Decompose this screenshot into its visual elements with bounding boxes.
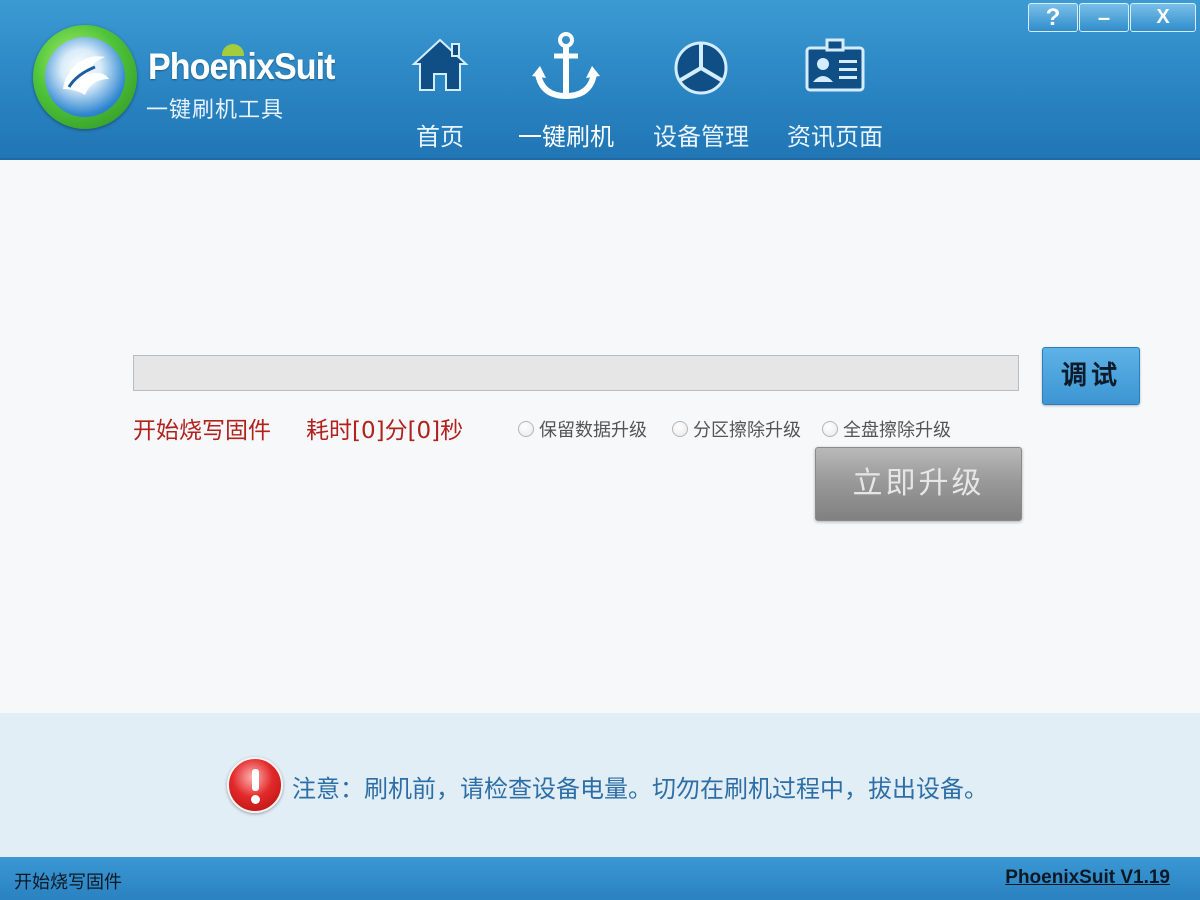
upgrade-now-button[interactable]: 立即升级: [815, 447, 1022, 521]
version-link[interactable]: PhoenixSuit V1.19: [1005, 867, 1170, 889]
notice-text: 注意：刷机前，请检查设备电量。切勿在刷机过程中，拔出设备。: [292, 775, 988, 803]
nav-news-label: 资讯页面: [787, 123, 883, 151]
home-icon: [411, 38, 469, 91]
elapsed-time-text: 耗时[0]分[0]秒: [306, 418, 464, 444]
radio-partition-erase[interactable]: [672, 421, 688, 437]
flash-status-text: 开始烧写固件: [133, 418, 271, 444]
nav-flash[interactable]: 一键刷机: [506, 26, 626, 152]
option-partition-erase-label: 分区擦除升级: [693, 420, 801, 441]
nav-home[interactable]: 首页: [380, 26, 500, 152]
option-keep-data-label: 保留数据升级: [539, 420, 647, 441]
option-full-erase[interactable]: 全盘擦除升级: [822, 416, 951, 442]
nav-device-label: 设备管理: [653, 123, 749, 151]
warning-icon: [227, 757, 283, 813]
news-id-card-icon: [805, 38, 865, 92]
header: PhoenixSuit 一键刷机工具 首页 一键刷机 设备管理 资讯页面 ? –…: [0, 0, 1200, 160]
flash-progress-bar: [133, 355, 1019, 391]
statusbar-text: 开始烧写固件: [14, 872, 122, 893]
option-keep-data[interactable]: 保留数据升级: [518, 416, 647, 442]
nav-flash-label: 一键刷机: [518, 123, 614, 151]
anchor-icon: [532, 32, 600, 100]
app-title: PhoenixSuit: [148, 46, 336, 87]
minimize-button[interactable]: –: [1079, 3, 1129, 32]
option-full-erase-label: 全盘擦除升级: [843, 420, 951, 441]
nav-home-label: 首页: [416, 123, 464, 151]
radio-full-erase[interactable]: [822, 421, 838, 437]
debug-button[interactable]: 调试: [1042, 347, 1140, 405]
nav-device[interactable]: 设备管理: [641, 26, 761, 152]
phoenix-logo-icon: [33, 25, 137, 129]
radio-keep-data[interactable]: [518, 421, 534, 437]
status-bar: 开始烧写固件 PhoenixSuit V1.19: [0, 857, 1200, 900]
app-subtitle: 一键刷机工具: [146, 98, 285, 123]
device-icon: [674, 41, 728, 95]
close-button[interactable]: X: [1130, 3, 1196, 32]
help-button[interactable]: ?: [1028, 3, 1078, 32]
nav-news[interactable]: 资讯页面: [775, 26, 895, 152]
option-partition-erase[interactable]: 分区擦除升级: [672, 416, 801, 442]
